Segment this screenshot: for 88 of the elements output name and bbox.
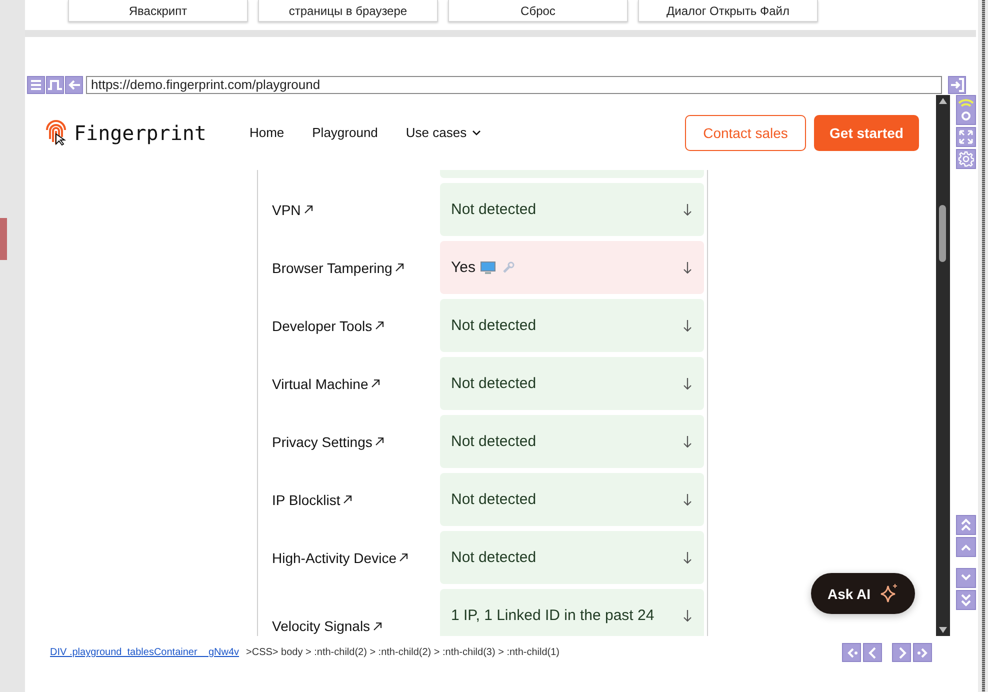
shortcut-card[interactable]: Диалог Открыть Файл [638, 0, 818, 22]
signal-link[interactable]: Virtual Machine [272, 376, 380, 392]
login-button[interactable] [948, 76, 966, 94]
down-arrow-icon[interactable] [683, 320, 692, 332]
down-chevron-button[interactable] [956, 568, 976, 588]
login-icon [950, 78, 964, 92]
double-up-button[interactable] [956, 515, 976, 535]
address-field[interactable]: https://demo.fingerprint.com/playground [86, 76, 942, 94]
settings-button[interactable] [956, 149, 976, 169]
signal-link[interactable]: IP Blocklist [272, 492, 352, 508]
edge-marker [0, 218, 7, 260]
card-label: страницы в браузере [288, 5, 408, 18]
result-value: Not detected [451, 316, 536, 336]
double-up-icon [960, 518, 972, 532]
scroll-up-icon[interactable] [939, 98, 947, 104]
square-wave-button[interactable] [46, 76, 64, 94]
up-chevron-button[interactable] [956, 537, 976, 557]
double-down-button[interactable] [956, 590, 976, 610]
down-arrow-icon[interactable] [683, 610, 692, 622]
menu-button[interactable] [27, 76, 45, 94]
monitor-icon [480, 260, 496, 274]
card-label: Яваскрипт [128, 5, 188, 18]
settings-icon [958, 151, 974, 167]
shortcut-card[interactable]: Сброс [448, 0, 628, 22]
element-link[interactable]: DIV .playground_tablesContainer__gNw4v [50, 647, 240, 658]
signal-link[interactable]: High-Activity Device [272, 550, 408, 566]
down-chevron-icon [960, 574, 972, 582]
wrench-icon [501, 260, 516, 274]
wifi-dot-icon [958, 97, 974, 123]
nav-link[interactable]: Playground [312, 125, 378, 140]
result-value: Not detected [451, 374, 536, 394]
last-button[interactable] [913, 643, 932, 662]
left-chevron-icon [868, 646, 878, 658]
splitter-handle[interactable] [982, 0, 984, 692]
signal-link[interactable]: Velocity Signals [272, 618, 382, 634]
down-arrow-icon[interactable] [683, 204, 692, 216]
wifi-dot-button[interactable] [956, 95, 976, 125]
first-icon [846, 646, 858, 658]
down-arrow-icon[interactable] [683, 552, 692, 564]
nav-link[interactable]: Home [249, 125, 284, 140]
external-link-icon [343, 495, 352, 504]
signal-link[interactable]: Developer Tools [272, 318, 384, 334]
shortcut-card[interactable]: Яваскрипт [68, 0, 248, 22]
external-link-icon [395, 263, 404, 272]
right-chevron-button[interactable] [892, 643, 911, 662]
external-link-icon [375, 321, 384, 330]
left-chevron-button[interactable] [863, 643, 882, 662]
external-link-icon [375, 437, 384, 446]
brand-name[interactable]: Fingerprint [74, 120, 206, 144]
result-value: 1 IP, 1 Linked ID in the past 24 [451, 606, 654, 626]
double-down-icon [960, 593, 972, 607]
menu-icon [30, 78, 42, 90]
expand-icon [959, 130, 973, 144]
card-label: Диалог Открыть Файл [666, 5, 790, 18]
signal-link[interactable]: VPN [272, 202, 313, 218]
scrollbar[interactable] [936, 95, 950, 636]
shortcut-card[interactable]: страницы в браузере [258, 0, 438, 22]
external-link-icon [371, 379, 380, 388]
fingerprint-logo-icon [44, 120, 68, 146]
scroll-thumb[interactable] [939, 205, 946, 262]
external-link-icon [373, 622, 382, 630]
ask-ai-button[interactable]: Ask AI [811, 573, 915, 614]
down-arrow-icon[interactable] [683, 262, 692, 274]
expand-button[interactable] [956, 127, 976, 147]
result-value: Not detected [451, 548, 536, 568]
down-arrow-icon[interactable] [683, 494, 692, 506]
down-arrow-icon[interactable] [683, 378, 692, 390]
external-link-icon [399, 553, 408, 562]
css-selector: >CSS> body > :nth-child(2) > :nth-child(2) > :nth-child(3) > :nth-child(1) [246, 647, 560, 658]
external-link-icon [304, 205, 313, 214]
down-arrow-icon[interactable] [683, 436, 692, 448]
square-wave-icon [48, 80, 62, 90]
result-value: Not detected [451, 432, 536, 452]
result-value: Not detected [451, 200, 536, 220]
card-label: Сброс [520, 5, 556, 18]
result-value: Yes [451, 258, 476, 278]
result-value: Not detected [451, 490, 536, 510]
signal-link[interactable]: Browser Tampering [272, 260, 404, 276]
left-arrow-icon [68, 80, 80, 90]
sparkle-icon [878, 582, 899, 604]
signal-link[interactable]: Privacy Settings [272, 434, 384, 450]
up-chevron-icon [960, 543, 972, 551]
scroll-down-icon[interactable] [939, 627, 947, 633]
last-icon [916, 646, 928, 658]
nav-link[interactable]: Use cases [406, 125, 481, 140]
right-chevron-icon [896, 646, 906, 658]
left-arrow-button[interactable] [65, 76, 83, 94]
first-button[interactable] [842, 643, 861, 662]
